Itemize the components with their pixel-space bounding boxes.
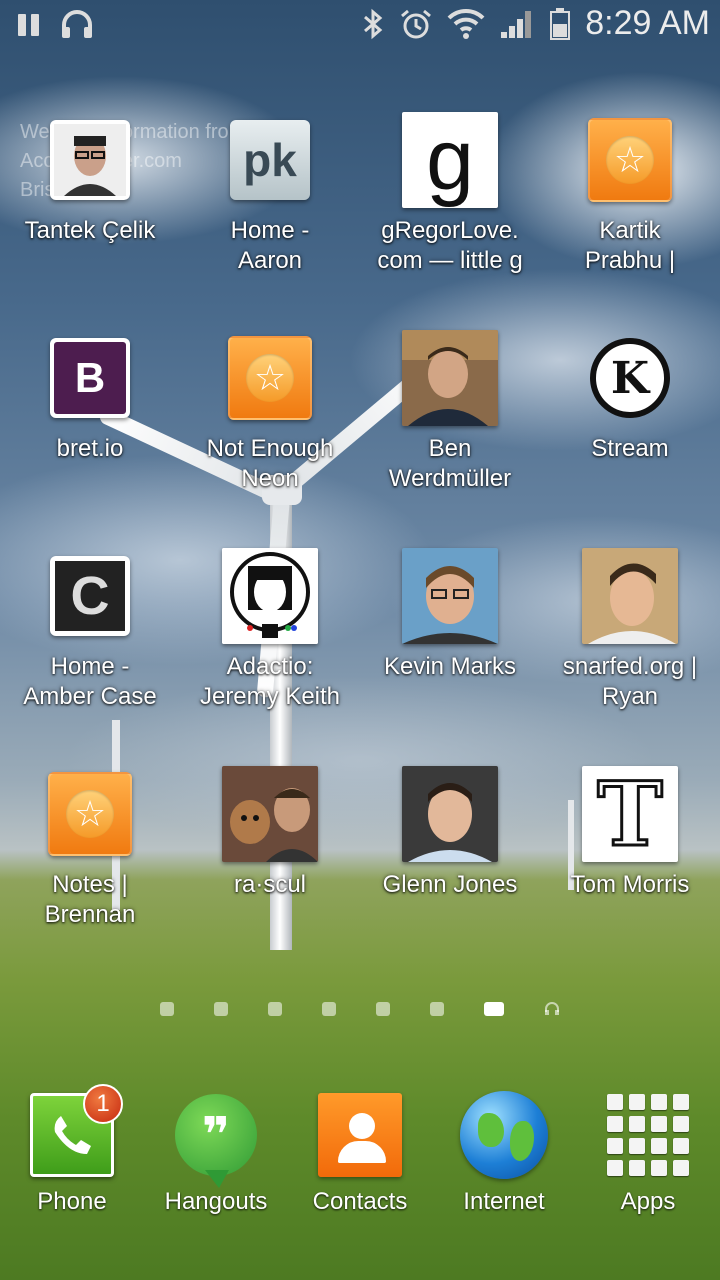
shortcut-label: Tom Morris bbox=[570, 871, 690, 898]
shortcut-rascul[interactable]: ra·scul bbox=[180, 764, 360, 900]
shortcut-label: Home - Aaron bbox=[230, 217, 310, 274]
dock-label: Phone bbox=[37, 1188, 107, 1215]
pk-icon: pk bbox=[230, 120, 310, 200]
page-dot[interactable] bbox=[160, 1002, 174, 1016]
dock-label: Internet bbox=[463, 1188, 545, 1215]
page-dot[interactable] bbox=[214, 1002, 228, 1016]
battery-icon bbox=[550, 7, 571, 40]
shortcut-label: bret.io bbox=[56, 435, 124, 462]
shortcut-label: Glenn Jones bbox=[382, 871, 518, 898]
person-photo-icon bbox=[402, 766, 498, 862]
dock-apps[interactable]: Apps bbox=[576, 1090, 720, 1216]
dock-internet[interactable]: Internet bbox=[432, 1090, 576, 1216]
shortcut-label: Adactio: Jeremy Keith bbox=[199, 653, 341, 710]
shortcut-tom-morris[interactable]: T Tom Morris bbox=[540, 764, 720, 900]
shortcut-label: snarfed.org | Ryan bbox=[562, 653, 698, 710]
headphones-icon bbox=[62, 10, 92, 38]
shortcut-gregorlove[interactable]: g gRegorLove. com — little g bbox=[360, 110, 540, 276]
shortcut-bret[interactable]: B bret.io bbox=[0, 328, 180, 464]
dock-hangouts[interactable]: ❞ Hangouts bbox=[144, 1090, 288, 1216]
page-dot[interactable] bbox=[322, 1002, 336, 1016]
shortcut-label: Notes | Brennan bbox=[44, 871, 136, 928]
c-letter-icon: C bbox=[50, 556, 130, 636]
person-photo-icon bbox=[402, 548, 498, 644]
dock-label: Hangouts bbox=[164, 1188, 268, 1215]
page-dot[interactable] bbox=[268, 1002, 282, 1016]
shortcut-label: gRegorLove. com — little g bbox=[377, 217, 523, 274]
k-circle-icon: K bbox=[590, 338, 670, 418]
shortcut-label: Not Enough Neon bbox=[206, 435, 334, 492]
globe-icon bbox=[460, 1091, 548, 1179]
page-dot[interactable] bbox=[430, 1002, 444, 1016]
shortcut-not-enough-neon[interactable]: ☆ Not Enough Neon bbox=[180, 328, 360, 494]
shortcut-aaron[interactable]: pk Home - Aaron bbox=[180, 110, 360, 276]
t-letter-icon: T bbox=[582, 766, 678, 862]
shortcut-label: ra·scul bbox=[233, 871, 306, 898]
astronaut-icon bbox=[222, 548, 318, 644]
status-clock: 8:29 AM bbox=[585, 4, 710, 42]
pause-icon bbox=[18, 14, 40, 36]
alarm-icon bbox=[401, 9, 432, 38]
notification-badge: 1 bbox=[83, 1084, 123, 1124]
headphones-icon[interactable] bbox=[544, 1002, 560, 1016]
person-dog-photo-icon bbox=[222, 766, 318, 862]
bluetooth-icon bbox=[364, 8, 383, 39]
shortcut-amber-case[interactable]: C Home - Amber Case bbox=[0, 546, 180, 712]
shortcut-tantek[interactable]: Tantek Çelik bbox=[0, 110, 180, 246]
dock-label: Contacts bbox=[312, 1188, 408, 1215]
status-bar: 8:29 AM bbox=[0, 0, 720, 50]
shortcut-label: Kartik Prabhu | bbox=[584, 217, 676, 274]
wifi-icon bbox=[447, 8, 485, 39]
contacts-icon bbox=[318, 1093, 402, 1177]
star-bookmark-icon: ☆ bbox=[228, 336, 312, 420]
hangouts-icon: ❞ bbox=[175, 1094, 257, 1188]
g-letter-icon: g bbox=[402, 112, 498, 208]
shortcut-label: Ben Werdmüller bbox=[388, 435, 512, 492]
shortcut-adactio[interactable]: Adactio: Jeremy Keith bbox=[180, 546, 360, 712]
person-photo-icon bbox=[582, 548, 678, 644]
shortcut-label: Kevin Marks bbox=[383, 653, 517, 680]
signal-icon bbox=[501, 10, 532, 38]
shortcut-ben[interactable]: Ben Werdmüller bbox=[360, 328, 540, 494]
shortcut-kevin-marks[interactable]: Kevin Marks bbox=[360, 546, 540, 682]
page-indicator[interactable] bbox=[160, 1002, 560, 1016]
apps-grid-icon bbox=[606, 1093, 690, 1177]
shortcut-label: Tantek Çelik bbox=[24, 217, 156, 244]
shortcut-stream[interactable]: K Stream bbox=[540, 328, 720, 464]
dock-contacts[interactable]: Contacts bbox=[288, 1090, 432, 1216]
shortcut-snarfed[interactable]: snarfed.org | Ryan bbox=[540, 546, 720, 712]
person-photo-icon bbox=[50, 120, 130, 200]
shortcut-glenn-jones[interactable]: Glenn Jones bbox=[360, 764, 540, 900]
shortcut-label: Home - Amber Case bbox=[23, 653, 157, 710]
b-letter-icon: B bbox=[50, 338, 130, 418]
shortcut-brennan[interactable]: ☆ Notes | Brennan bbox=[0, 764, 180, 930]
shortcut-kartik[interactable]: ☆ Kartik Prabhu | bbox=[540, 110, 720, 276]
page-dot[interactable] bbox=[376, 1002, 390, 1016]
page-dot-active[interactable] bbox=[484, 1002, 504, 1016]
person-photo-icon bbox=[402, 330, 498, 426]
dock-label: Apps bbox=[620, 1188, 676, 1215]
dock-phone[interactable]: 1 Phone bbox=[0, 1084, 144, 1216]
star-bookmark-icon: ☆ bbox=[588, 118, 672, 202]
star-bookmark-icon: ☆ bbox=[48, 772, 132, 856]
shortcut-label: Stream bbox=[591, 435, 669, 462]
